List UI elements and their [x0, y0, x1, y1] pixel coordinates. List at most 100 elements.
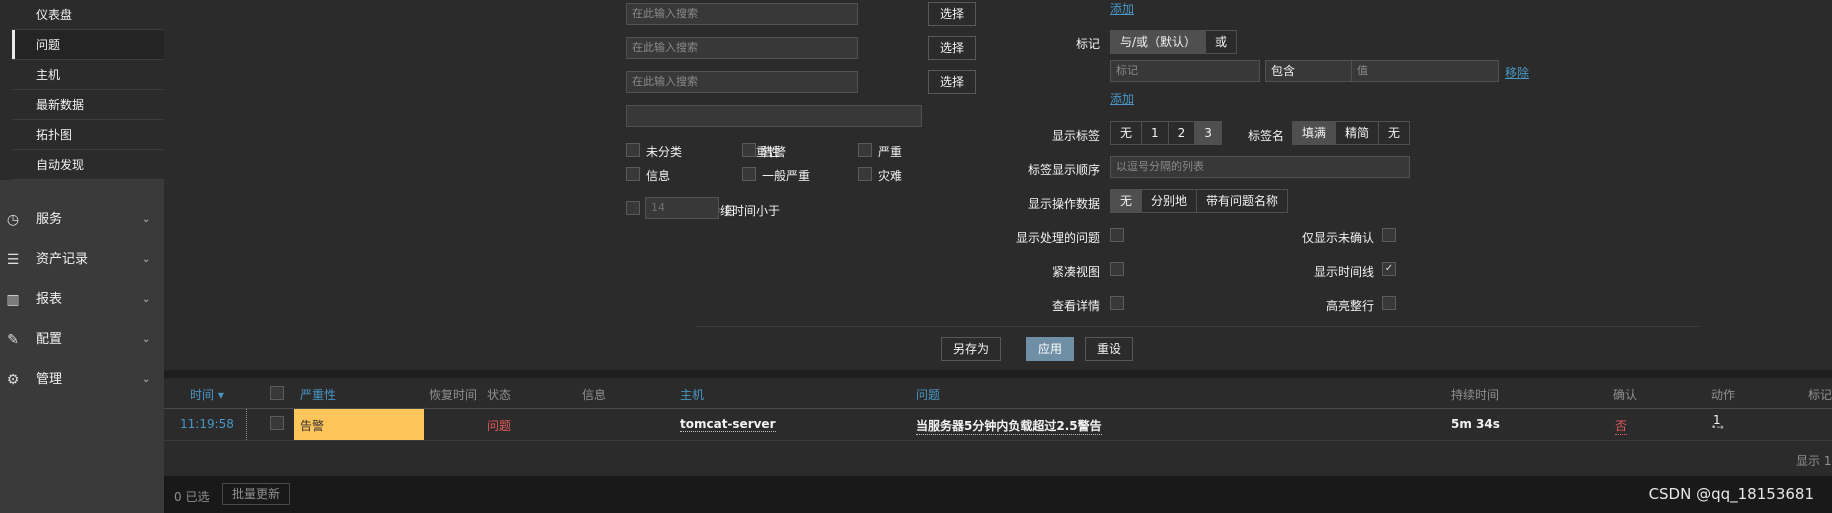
show-opdata-toggle[interactable]: 无 分别地 带有问题名称: [1110, 189, 1289, 213]
unack-only-checkbox[interactable]: [1382, 228, 1396, 242]
watermark: CSDN @qq_18153681: [1648, 485, 1814, 503]
show-details-label: 查看详情: [1051, 299, 1100, 313]
tags-mode-toggle[interactable]: 与/或（默认） 或: [1110, 30, 1238, 54]
chevron-down-icon: ⌄: [142, 294, 151, 305]
sidebar-menu-services[interactable]: ◷ 服务 ⌄: [0, 200, 164, 240]
add-host-link[interactable]: 添加: [1110, 0, 1134, 17]
remove-tag-link[interactable]: 移除: [1505, 64, 1529, 81]
compact-view-checkbox[interactable]: [1110, 262, 1124, 276]
tag-value-input[interactable]: 值: [1351, 60, 1499, 82]
show-timeline-label: 显示时间线: [1313, 265, 1374, 279]
trigger-input[interactable]: 在此输入搜索: [626, 71, 858, 93]
severity-average-checkbox[interactable]: [742, 167, 756, 181]
tag-priority-label: 标签显示顺序: [1027, 163, 1100, 177]
severity-not-classified-checkbox[interactable]: [626, 143, 640, 157]
tag-name-none[interactable]: 无: [1379, 122, 1409, 144]
problem-input[interactable]: [626, 105, 922, 127]
show-suppressed-checkbox[interactable]: [1110, 228, 1124, 242]
select-all-checkbox[interactable]: [270, 386, 284, 400]
host-group-input[interactable]: 在此输入搜索: [626, 3, 858, 25]
severity-option-label: 灾难: [878, 169, 903, 183]
mass-update-button[interactable]: 批量更新: [222, 483, 290, 505]
compact-view-label: 紧凑视图: [1051, 265, 1100, 279]
severity-disaster-checkbox[interactable]: [858, 167, 872, 181]
sidebar-menu-label: 服务: [36, 212, 63, 227]
tag-priority-input[interactable]: 以逗号分隔的列表: [1110, 156, 1410, 178]
gear-icon: ⚙: [6, 372, 20, 388]
bar-chart-icon: ▥: [6, 292, 20, 308]
add-tag-link[interactable]: 添加: [1110, 90, 1134, 107]
list-icon: ☰: [6, 252, 20, 268]
sidebar-menu-administration[interactable]: ⚙ 管理 ⌄: [0, 360, 164, 400]
actions-icon[interactable]: 1 •→: [1711, 413, 1724, 433]
chevron-down-icon: ⌄: [142, 214, 151, 225]
severity-option-label: 未分类: [646, 145, 683, 159]
status-problem: 问题: [487, 419, 512, 433]
age-checkbox[interactable]: [626, 201, 640, 215]
column-header-info: 信息: [582, 388, 607, 402]
opdata-with-problem-name[interactable]: 带有问题名称: [1197, 190, 1287, 212]
unack-only-label: 仅显示未确认: [1301, 231, 1374, 245]
severity-value: 告警: [300, 419, 325, 433]
host-link[interactable]: tomcat-server: [680, 417, 776, 432]
age-days-input[interactable]: 14: [645, 197, 719, 219]
tag-name-shortened[interactable]: 精简: [1336, 122, 1380, 144]
host-group-select-button[interactable]: 选择: [928, 2, 976, 26]
column-header-status: 状态: [487, 388, 512, 402]
problem-time-link[interactable]: 11:19:58: [180, 417, 234, 431]
sidebar-item-discovery[interactable]: 自动发现: [12, 150, 164, 180]
tag-operator-value: 包含: [1271, 64, 1296, 78]
row-select-checkbox[interactable]: [270, 416, 284, 430]
column-header-problem[interactable]: 问题: [916, 386, 940, 403]
column-header-time[interactable]: 时间 ▾: [190, 386, 224, 403]
show-tags-label: 显示标签: [1051, 129, 1100, 143]
show-tags-none[interactable]: 无: [1111, 122, 1143, 144]
severity-option-label: 信息: [646, 169, 671, 183]
sidebar-menu-reports[interactable]: ▥ 报表 ⌄: [0, 280, 164, 320]
opdata-separately[interactable]: 分别地: [1142, 190, 1198, 212]
show-tags-3[interactable]: 3: [1195, 122, 1221, 144]
show-tags-1[interactable]: 1: [1142, 122, 1169, 144]
tag-name-full[interactable]: 填满: [1293, 122, 1337, 144]
save-as-button[interactable]: 另存为: [941, 337, 1001, 361]
apply-button[interactable]: 应用: [1026, 337, 1074, 361]
problem-link[interactable]: 当服务器5分钟内负载超过2.5警告: [916, 417, 1102, 435]
severity-option-label: 严重: [878, 145, 903, 159]
tags-mode-and-or[interactable]: 与/或（默认）: [1111, 31, 1207, 53]
age-unit: 日: [724, 204, 737, 218]
sidebar-item-problems[interactable]: 问题: [12, 30, 164, 60]
tag-name-toggle[interactable]: 填满 精简 无: [1292, 121, 1411, 145]
sidebar-menu-configuration[interactable]: ✎ 配置 ⌄: [0, 320, 164, 360]
opdata-none[interactable]: 无: [1111, 190, 1143, 212]
show-tags-2[interactable]: 2: [1169, 122, 1196, 144]
sidebar: 仪表盘 问题 主机 最新数据 拓扑图 自动发现 ◷ 服务 ⌄ ☰ 资产记录 ⌄ …: [0, 0, 164, 513]
severity-information-checkbox[interactable]: [626, 167, 640, 181]
sidebar-menu-label: 配置: [36, 332, 63, 347]
trigger-select-button[interactable]: 选择: [928, 70, 976, 94]
sidebar-menu-inventory[interactable]: ☰ 资产记录 ⌄: [0, 240, 164, 280]
problems-table: 时间 ▾ 严重性 恢复时间 状态 信息 主机 问题 持续时间 确认 动作 标记 …: [164, 378, 1832, 476]
tags-mode-or[interactable]: 或: [1206, 31, 1236, 53]
tag-name-input[interactable]: 标记: [1110, 60, 1260, 82]
sidebar-item-hosts[interactable]: 主机: [12, 60, 164, 90]
sidebar-item-latest-data[interactable]: 最新数据: [12, 90, 164, 120]
severity-high-checkbox[interactable]: [858, 143, 872, 157]
show-tags-toggle[interactable]: 无 1 2 3: [1110, 121, 1222, 145]
highlight-row-checkbox[interactable]: [1382, 296, 1396, 310]
column-header-severity[interactable]: 严重性: [300, 386, 336, 403]
duration-value: 5m 34s: [1451, 417, 1500, 431]
filter-divider: [696, 326, 1700, 327]
sidebar-item-dashboard[interactable]: 仪表盘: [12, 0, 164, 30]
reset-button[interactable]: 重设: [1085, 337, 1133, 361]
sidebar-item-maps[interactable]: 拓扑图: [12, 120, 164, 150]
severity-warning-checkbox[interactable]: [742, 143, 756, 157]
table-footer: 0 已选 批量更新: [164, 476, 1832, 513]
show-details-checkbox[interactable]: [1110, 296, 1124, 310]
show-timeline-checkbox[interactable]: ✓: [1382, 262, 1396, 276]
sidebar-menu-label: 管理: [36, 372, 63, 387]
host-input[interactable]: 在此输入搜索: [626, 37, 858, 59]
column-header-host[interactable]: 主机: [680, 386, 704, 403]
highlight-row-label: 高亮整行: [1325, 299, 1374, 313]
ack-link[interactable]: 否: [1615, 417, 1628, 435]
displaying-count: 显示 1: [1796, 454, 1832, 468]
